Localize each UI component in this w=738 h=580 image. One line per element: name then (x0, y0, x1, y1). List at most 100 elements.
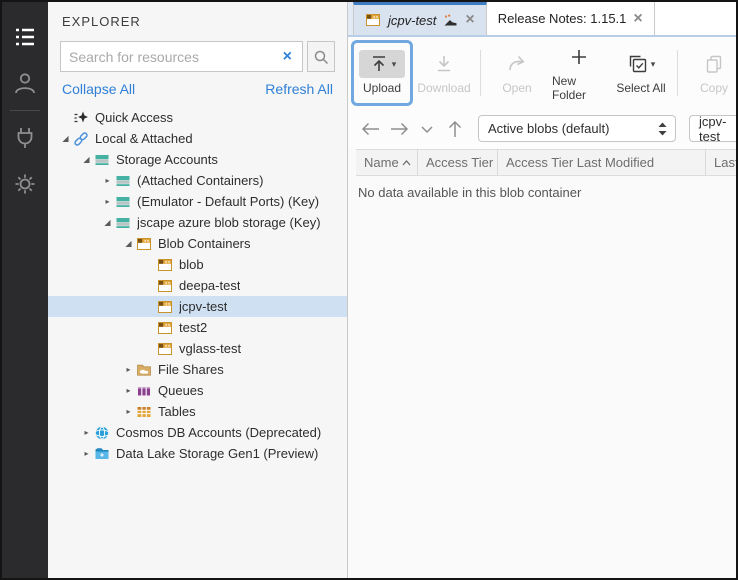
copy-icon (703, 53, 725, 75)
collapsed-arrow-icon[interactable]: ▸ (100, 176, 115, 185)
expanded-arrow-icon[interactable]: ◢ (79, 155, 94, 164)
collapsed-arrow-icon[interactable]: ▸ (79, 449, 94, 458)
toolbar-icon-wrap (433, 50, 455, 78)
open-icon (506, 53, 528, 75)
link-icon (73, 131, 89, 147)
download-icon (433, 53, 455, 75)
grid-header: Name Access Tier Access Tier Last Modified… (356, 149, 736, 176)
tree-item-jscape-azure-blob-storage-key[interactable]: ◢jscape azure blob storage (Key) (48, 212, 347, 233)
tree-item-attached-containers[interactable]: ▸(Attached Containers) (48, 170, 347, 191)
tree-item-cosmos-db-accounts-deprecated[interactable]: ▸Cosmos DB Accounts (Deprecated) (48, 422, 347, 443)
navigation-row: Active blobs (default) jcpv-test (348, 108, 736, 149)
empty-message: No data available in this blob container (348, 176, 736, 200)
expanded-arrow-icon[interactable]: ◢ (100, 218, 115, 227)
tree-item-label: deepa-test (179, 278, 240, 293)
expanded-arrow-icon[interactable]: ◢ (58, 134, 73, 143)
tree-item-label: Queues (158, 383, 204, 398)
tree-item-label: test2 (179, 320, 207, 335)
tree-item-jcpv-test[interactable]: jcpv-test (48, 296, 347, 317)
column-header-label: Access Tier Last Modified (506, 155, 654, 170)
path-input[interactable]: jcpv-test (689, 115, 736, 142)
tree-item-label: Local & Attached (95, 131, 193, 146)
explorer-list-icon (12, 24, 38, 50)
activity-item-connect-plug[interactable] (2, 115, 48, 161)
search-button[interactable] (307, 41, 335, 72)
up-button[interactable] (442, 116, 467, 141)
tree-item-data-lake-storage-gen1-preview[interactable]: ▸Data Lake Storage Gen1 (Preview) (48, 443, 347, 464)
select-all-icon (627, 53, 649, 75)
sort-ascending-icon (402, 159, 411, 167)
tab-close-icon[interactable]: × (633, 11, 642, 27)
account-person-icon (12, 70, 38, 96)
activity-item-explorer-list[interactable] (2, 14, 48, 60)
chevron-down-button[interactable] (414, 116, 439, 141)
tree-item-quick-access[interactable]: Quick Access (48, 107, 347, 128)
tab-close-icon[interactable]: × (465, 12, 474, 28)
tree-item-emulator-default-ports-key[interactable]: ▸ (Emulator - Default Ports) (Key) (48, 191, 347, 212)
new-folder-button[interactable]: New Folder (548, 41, 610, 105)
storage-account-icon (115, 173, 131, 189)
collapsed-arrow-icon[interactable]: ▸ (121, 386, 136, 395)
clear-search-icon[interactable]: × (281, 49, 294, 65)
collapsed-arrow-icon[interactable]: ▸ (121, 407, 136, 416)
explorer-panel: EXPLORER × Collapse All Refresh All Quic… (48, 2, 348, 578)
toolbar-separator (480, 50, 481, 96)
blob-container-icon (365, 12, 381, 28)
tree-item-queues[interactable]: ▸ Queues (48, 380, 347, 401)
storage-explorer-window: EXPLORER × Collapse All Refresh All Quic… (0, 0, 738, 580)
collapsed-arrow-icon[interactable]: ▸ (79, 428, 94, 437)
tree-item-blob[interactable]: blob (48, 254, 347, 275)
search-row: × (48, 33, 347, 72)
tree-item-tables[interactable]: ▸Tables (48, 401, 347, 422)
toolbar-button-label: Download (417, 81, 470, 95)
column-header-name[interactable]: Name (356, 150, 418, 175)
storage-account-icon (115, 194, 131, 210)
column-header-label: Access Tier (426, 155, 493, 170)
upload-button[interactable]: ▾Upload (351, 40, 413, 106)
blob-list-area (348, 200, 736, 578)
blob-view-select-value: Active blobs (default) (488, 121, 609, 136)
select-all-button[interactable]: ▾Select All (610, 41, 672, 105)
search-box: × (60, 41, 303, 72)
tree-item-storage-accounts[interactable]: ◢Storage Accounts (48, 149, 347, 170)
search-input[interactable] (69, 49, 281, 65)
tab-title: Release Notes: 1.15.1 (498, 11, 627, 26)
column-header-access-tier[interactable]: Access Tier (418, 150, 498, 175)
search-icon (313, 49, 329, 65)
blob-container-icon (157, 257, 173, 273)
collapse-all-link[interactable]: Collapse All (62, 81, 135, 97)
blob-container-icon (157, 320, 173, 336)
tree-item-file-shares[interactable]: ▸File Shares (48, 359, 347, 380)
tree-item-vglass-test[interactable]: vglass-test (48, 338, 347, 359)
activity-item-settings-gear[interactable] (2, 161, 48, 207)
tree-actions: Collapse All Refresh All (48, 72, 347, 103)
column-header-last-modified[interactable]: Last Modified (706, 150, 736, 175)
tree-item-test2[interactable]: test2 (48, 317, 347, 338)
blob-container-icon (157, 299, 173, 315)
tree-item-blob-containers[interactable]: ◢Blob Containers (48, 233, 347, 254)
collapsed-arrow-icon[interactable]: ▸ (121, 365, 136, 374)
forward-icon (387, 117, 411, 141)
refresh-all-link[interactable]: Refresh All (265, 81, 333, 97)
column-header-access-tier-last-modified[interactable]: Access Tier Last Modified (498, 150, 706, 175)
connect-plug-icon (12, 125, 38, 151)
expanded-arrow-icon[interactable]: ◢ (121, 239, 136, 248)
explorer-title: EXPLORER (48, 2, 347, 33)
file-share-icon (136, 362, 152, 378)
activity-item-account-person[interactable] (2, 60, 48, 106)
forward-button[interactable] (386, 116, 411, 141)
collapsed-arrow-icon[interactable]: ▸ (100, 197, 115, 206)
tree-item-label: (Emulator - Default Ports) (Key) (137, 194, 319, 209)
tab-release-notes-1-15-1[interactable]: Release Notes: 1.15.1 × (487, 2, 655, 35)
tree-item-local-attached[interactable]: ◢ Local & Attached (48, 128, 347, 149)
column-header-label: Last Modified (714, 155, 736, 170)
tree-item-deepa-test[interactable]: deepa-test (48, 275, 347, 296)
blob-view-select[interactable]: Active blobs (default) (478, 115, 676, 142)
table-icon (136, 404, 152, 420)
dropdown-caret-icon: ▾ (392, 59, 397, 70)
blob-container-icon (157, 278, 173, 294)
resource-tree: Quick Access◢Local & Attached◢Storage Ac… (48, 103, 347, 578)
toolbar-separator (677, 50, 678, 96)
tab-jcpv-test[interactable]: jcpv-test× (353, 2, 487, 35)
back-button[interactable] (358, 116, 383, 141)
